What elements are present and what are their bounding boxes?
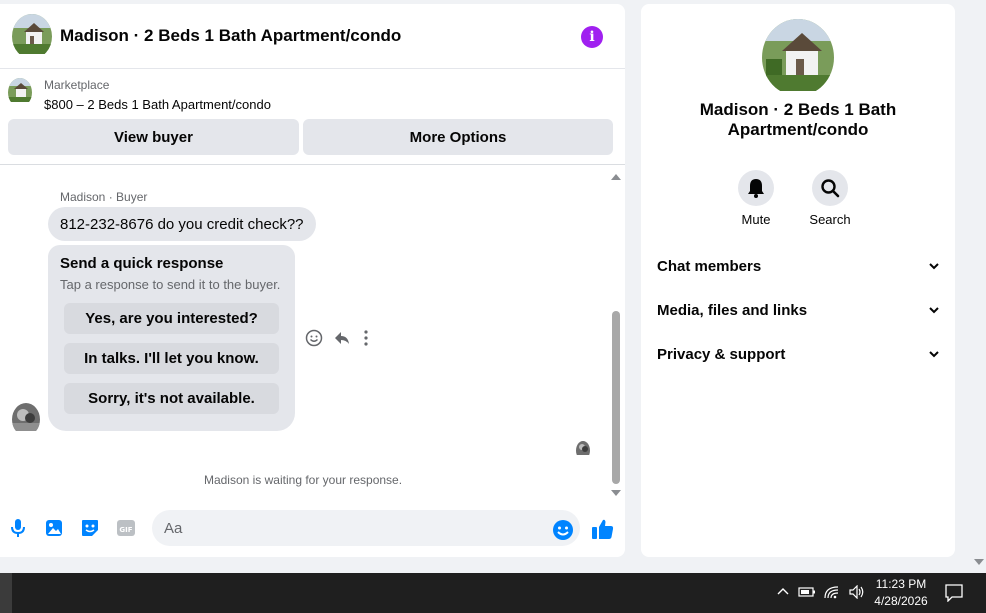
volume-icon[interactable]	[848, 584, 866, 604]
section-label: Media, files and links	[657, 301, 808, 319]
chat-panel: Madison · 2 Beds 1 Bath Apartment/condo …	[0, 4, 625, 557]
buyer-avatar[interactable]	[12, 403, 40, 436]
listing-price: $800 – 2 Beds 1 Bath Apartment/condo	[44, 97, 271, 112]
chat-scrollbar[interactable]	[610, 170, 622, 498]
reply-icon[interactable]	[333, 329, 351, 352]
page-scroll-down-arrow-icon[interactable]	[974, 559, 984, 565]
system-tray	[776, 584, 866, 604]
scroll-up-arrow-icon[interactable]	[611, 174, 621, 180]
more-vertical-icon[interactable]	[361, 329, 371, 352]
listing-avatar[interactable]	[12, 13, 52, 59]
listing-thumbnail	[8, 78, 32, 107]
chat-title: Madison · 2 Beds 1 Bath Apartment/condo	[60, 26, 402, 45]
notification-icon[interactable]	[945, 584, 963, 607]
photo-icon[interactable]	[45, 518, 63, 543]
section-chat-members[interactable]: Chat members	[657, 254, 939, 278]
sticker-icon[interactable]	[80, 518, 100, 543]
taskbar-edge[interactable]	[0, 573, 12, 613]
seen-receipt-avatar	[576, 441, 590, 460]
chat-header: Madison · 2 Beds 1 Bath Apartment/condo …	[0, 4, 625, 69]
thumbs-up-icon[interactable]	[591, 518, 615, 545]
search-button[interactable]: Search	[809, 170, 851, 227]
clock[interactable]: 11:23 PM 4/28/2026	[868, 576, 934, 610]
chevron-down-icon	[929, 307, 939, 314]
message-thread: Madison · Buyer 812-232-8676 do you cred…	[0, 170, 610, 492]
chevron-up-icon[interactable]	[776, 585, 790, 604]
quick-response-card: Send a quick response Tap a response to …	[48, 245, 295, 431]
sender-label: Madison · Buyer	[60, 190, 148, 204]
clock-time: 11:23 PM	[875, 577, 927, 591]
clock-date: 4/28/2026	[874, 594, 928, 608]
message-bubble[interactable]: 812-232-8676 do you credit check??	[48, 207, 316, 241]
listing-actions: View buyer More Options	[0, 112, 625, 155]
quick-response-subtitle: Tap a response to send it to the buyer.	[60, 277, 281, 292]
view-buyer-button[interactable]: View buyer	[8, 119, 299, 155]
gif-icon[interactable]: GIF	[117, 518, 135, 543]
svg-text:GIF: GIF	[119, 526, 132, 534]
profile-title: Madison · 2 Beds 1 Bath Apartment/condo	[699, 100, 897, 139]
info-icon[interactable]: i	[581, 26, 603, 48]
profile-avatar[interactable]	[762, 19, 834, 96]
marketplace-listing[interactable]: Marketplace $800 – 2 Beds 1 Bath Apartme…	[0, 69, 625, 112]
quick-response-yes-button[interactable]: Yes, are you interested?	[64, 303, 279, 334]
bell-icon	[748, 179, 764, 198]
section-privacy-support[interactable]: Privacy & support	[657, 342, 939, 366]
message-input[interactable]	[152, 510, 580, 546]
message-composer: GIF	[0, 508, 625, 548]
more-options-button[interactable]: More Options	[303, 119, 613, 155]
quick-response-talks-button[interactable]: In talks. I'll let you know.	[64, 343, 279, 374]
taskbar: 11:23 PM 4/28/2026	[0, 573, 986, 613]
mute-button[interactable]: Mute	[737, 170, 775, 227]
profile-actions: Mute Search	[737, 170, 851, 227]
scroll-thumb[interactable]	[612, 311, 620, 484]
chevron-down-icon	[929, 351, 939, 358]
message-actions	[305, 329, 371, 352]
conversation-info-panel: Madison · 2 Beds 1 Bath Apartment/condo …	[641, 4, 955, 557]
quick-response-title: Send a quick response	[60, 255, 224, 272]
battery-icon[interactable]	[798, 585, 816, 604]
microphone-icon[interactable]	[9, 518, 27, 543]
wifi-icon[interactable]	[824, 585, 840, 604]
emoji-icon[interactable]	[552, 519, 574, 546]
quick-response-unavailable-button[interactable]: Sorry, it's not available.	[64, 383, 279, 414]
search-label: Search	[809, 212, 851, 227]
section-label: Chat members	[657, 257, 762, 275]
waiting-status: Madison is waiting for your response.	[203, 473, 403, 487]
divider	[0, 164, 625, 165]
mute-label: Mute	[741, 212, 771, 227]
section-label: Privacy & support	[657, 345, 786, 363]
react-emoji-icon[interactable]	[305, 329, 323, 352]
section-media-files-links[interactable]: Media, files and links	[657, 298, 939, 322]
marketplace-label: Marketplace	[44, 78, 110, 92]
scroll-down-arrow-icon[interactable]	[611, 490, 621, 496]
search-icon	[821, 179, 840, 198]
chevron-down-icon	[929, 263, 939, 270]
